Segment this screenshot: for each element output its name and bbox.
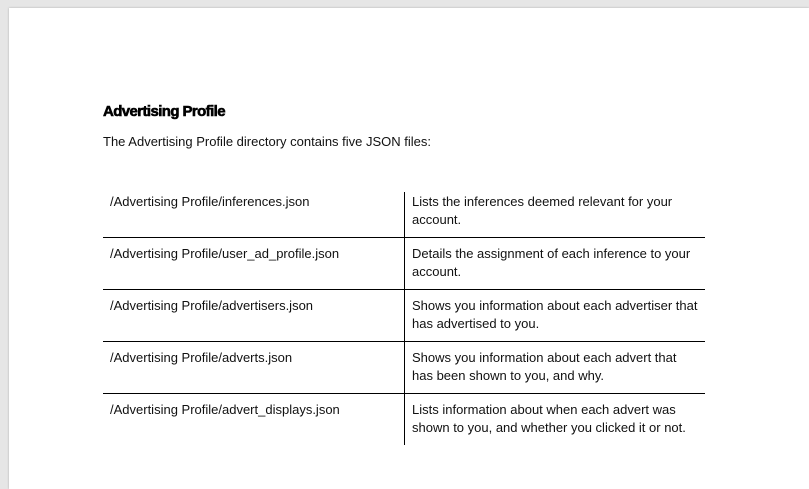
file-description-cell: Shows you information about each advert … [404, 341, 705, 394]
table-row: /Advertising Profile/advertisers.json Sh… [103, 289, 705, 342]
table-row: /Advertising Profile/user_ad_profile.jso… [103, 237, 705, 290]
table-row: /Advertising Profile/inferences.json Lis… [103, 192, 705, 238]
file-path-cell: /Advertising Profile/advert_displays.jso… [103, 393, 405, 445]
file-path-cell: /Advertising Profile/advertisers.json [103, 289, 405, 342]
table-row: /Advertising Profile/advert_displays.jso… [103, 393, 705, 445]
file-path-cell: /Advertising Profile/adverts.json [103, 341, 405, 394]
file-description-cell: Lists the inferences deemed relevant for… [412, 194, 673, 227]
intro-paragraph: The Advertising Profile directory contai… [103, 134, 432, 149]
file-description-cell: Details the assignment of each inference… [404, 237, 705, 290]
table-row: /Advertising Profile/adverts.json Shows … [103, 341, 705, 394]
file-description-cell: Lists information about when each advert… [404, 393, 705, 445]
file-path-cell: /Advertising Profile/user_ad_profile.jso… [103, 237, 405, 290]
section-heading: Advertising Profile [103, 103, 226, 121]
files-table: /Advertising Profile/inferences.json Lis… [103, 192, 705, 445]
document-page: Advertising Profile The Advertising Prof… [9, 8, 809, 489]
file-path-cell: /Advertising Profile/inferences.json [103, 192, 405, 238]
file-description-cell: Shows you information about each adverti… [404, 289, 705, 342]
